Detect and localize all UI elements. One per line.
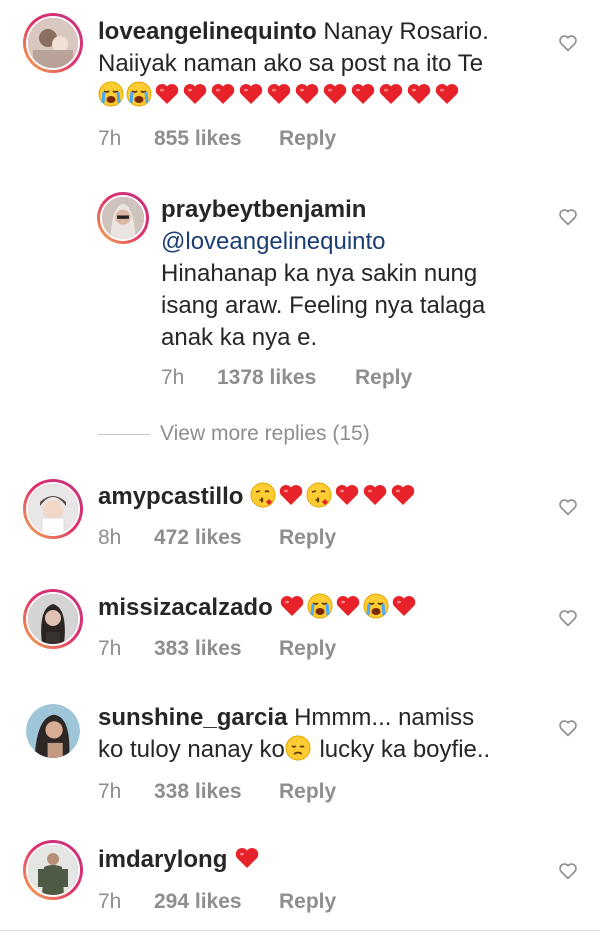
timestamp: 7h [98, 637, 122, 660]
comment-amypcastillo: amypcastillo 8h 472 likes Reply [0, 465, 600, 575]
emoji-row [250, 482, 418, 510]
comment-loveangelinequinto: loveangelinequinto Nanay Rosario. Naiiya… [0, 0, 600, 170]
heart-emoji [350, 81, 376, 107]
timestamp: 7h [98, 127, 122, 150]
heart-emoji [154, 81, 180, 107]
likes-count[interactable]: 855 likes [154, 127, 279, 151]
timestamp: 8h [98, 526, 122, 549]
mention-link[interactable]: @loveangelinequinto [161, 228, 386, 255]
comment-body: sunshine_garcia Hmmm... namiss ko tuloy … [98, 702, 490, 766]
username[interactable]: loveangelinequinto [98, 18, 317, 45]
disappointed-face-emoji [285, 735, 311, 761]
heart-emoji [234, 845, 260, 871]
likes-count[interactable]: 472 likes [154, 526, 279, 550]
heart-outline-icon[interactable] [558, 719, 578, 737]
heart-emoji [322, 81, 348, 107]
comment-meta: 7h 855 likes Reply [98, 127, 336, 151]
crying-emoji [126, 81, 152, 107]
reply-text: anak ka nya e. [161, 324, 318, 351]
reply-text: isang araw. Feeling nya talaga [161, 292, 486, 319]
username[interactable]: sunshine_garcia [98, 704, 287, 731]
likes-count[interactable]: 294 likes [154, 890, 279, 914]
emoji-row [234, 846, 262, 873]
comment-text: lucky ka boyfie.. [312, 736, 491, 763]
likes-count[interactable]: 383 likes [154, 637, 279, 661]
avatar[interactable] [23, 13, 83, 73]
comment-body: loveangelinequinto Nanay Rosario. Naiiya… [98, 16, 489, 112]
username[interactable]: amypcastillo [98, 483, 243, 510]
reply-meta: 7h 1378 likes Reply [161, 366, 412, 390]
comment-text: Nanay Rosario. [316, 18, 489, 45]
divider [98, 433, 150, 435]
comment-missizacalzado: missizacalzado 7h 383 likes Reply [0, 577, 600, 687]
comment-meta: 7h 338 likes Reply [98, 780, 336, 804]
crying-emoji [307, 593, 333, 619]
timestamp: 7h [98, 780, 122, 803]
likes-count[interactable]: 338 likes [154, 780, 279, 804]
reply-button[interactable]: Reply [355, 366, 412, 390]
heart-emoji [266, 81, 292, 107]
avatar[interactable] [97, 192, 149, 244]
comment-text: Naiiyak naman ako sa post na ito Te [98, 50, 484, 77]
crying-emoji [363, 593, 389, 619]
divider [0, 930, 600, 931]
crying-emoji [98, 81, 124, 107]
comment-body: imdarylong [98, 844, 262, 876]
reply-body: praybeytbenjamin @loveangelinequinto Hin… [161, 194, 485, 354]
heart-outline-icon[interactable] [558, 609, 578, 627]
username[interactable]: praybeytbenjamin [161, 196, 366, 223]
heart-outline-icon[interactable] [558, 34, 578, 52]
comment-meta: 7h 294 likes Reply [98, 890, 336, 914]
comment-imdarylong: imdarylong 7h 294 likes Reply [0, 830, 600, 930]
heart-outline-icon[interactable] [558, 498, 578, 516]
heart-emoji [278, 482, 304, 508]
reply-text: Hinahanap ka nya sakin nung [161, 260, 478, 287]
avatar[interactable] [23, 479, 83, 539]
heart-emoji [390, 482, 416, 508]
heart-emoji [406, 81, 432, 107]
kiss-emoji [306, 482, 332, 508]
heart-emoji [210, 81, 236, 107]
avatar[interactable] [26, 704, 80, 758]
timestamp: 7h [161, 366, 185, 389]
heart-emoji [362, 482, 388, 508]
heart-emoji [391, 593, 417, 619]
comment-sunshine_garcia: sunshine_garcia Hmmm... namiss ko tuloy … [0, 690, 600, 820]
comment-meta: 7h 383 likes Reply [98, 637, 336, 661]
heart-emoji [294, 81, 320, 107]
heart-emoji [335, 593, 361, 619]
view-more-replies[interactable]: View more replies (15) [98, 422, 370, 446]
comment-body: amypcastillo [98, 481, 418, 513]
reply-button[interactable]: Reply [279, 890, 336, 914]
heart-emoji [182, 81, 208, 107]
kiss-emoji [250, 482, 276, 508]
username[interactable]: imdarylong [98, 846, 227, 873]
heart-emoji [238, 81, 264, 107]
comment-text: Hmmm... namiss [287, 704, 475, 731]
avatar[interactable] [23, 589, 83, 649]
reply-praybeytbenjamin: praybeytbenjamin @loveangelinequinto Hin… [0, 180, 600, 410]
reply-button[interactable]: Reply [279, 637, 336, 661]
comment-body: missizacalzado [98, 592, 419, 624]
comment-meta: 8h 472 likes Reply [98, 526, 336, 550]
heart-emoji [378, 81, 404, 107]
emoji-row [98, 81, 462, 109]
reply-button[interactable]: Reply [279, 127, 336, 151]
avatar[interactable] [23, 840, 83, 900]
timestamp: 7h [98, 890, 122, 913]
view-more-label[interactable]: View more replies (15) [160, 422, 370, 446]
reply-button[interactable]: Reply [279, 780, 336, 804]
emoji-row [279, 593, 419, 621]
comment-text: ko tuloy nanay ko [98, 736, 285, 763]
likes-count[interactable]: 1378 likes [217, 366, 355, 390]
heart-emoji [279, 593, 305, 619]
heart-emoji [434, 81, 460, 107]
reply-button[interactable]: Reply [279, 526, 336, 550]
heart-emoji [334, 482, 360, 508]
username[interactable]: missizacalzado [98, 594, 273, 621]
heart-outline-icon[interactable] [558, 208, 578, 226]
heart-outline-icon[interactable] [558, 862, 578, 880]
